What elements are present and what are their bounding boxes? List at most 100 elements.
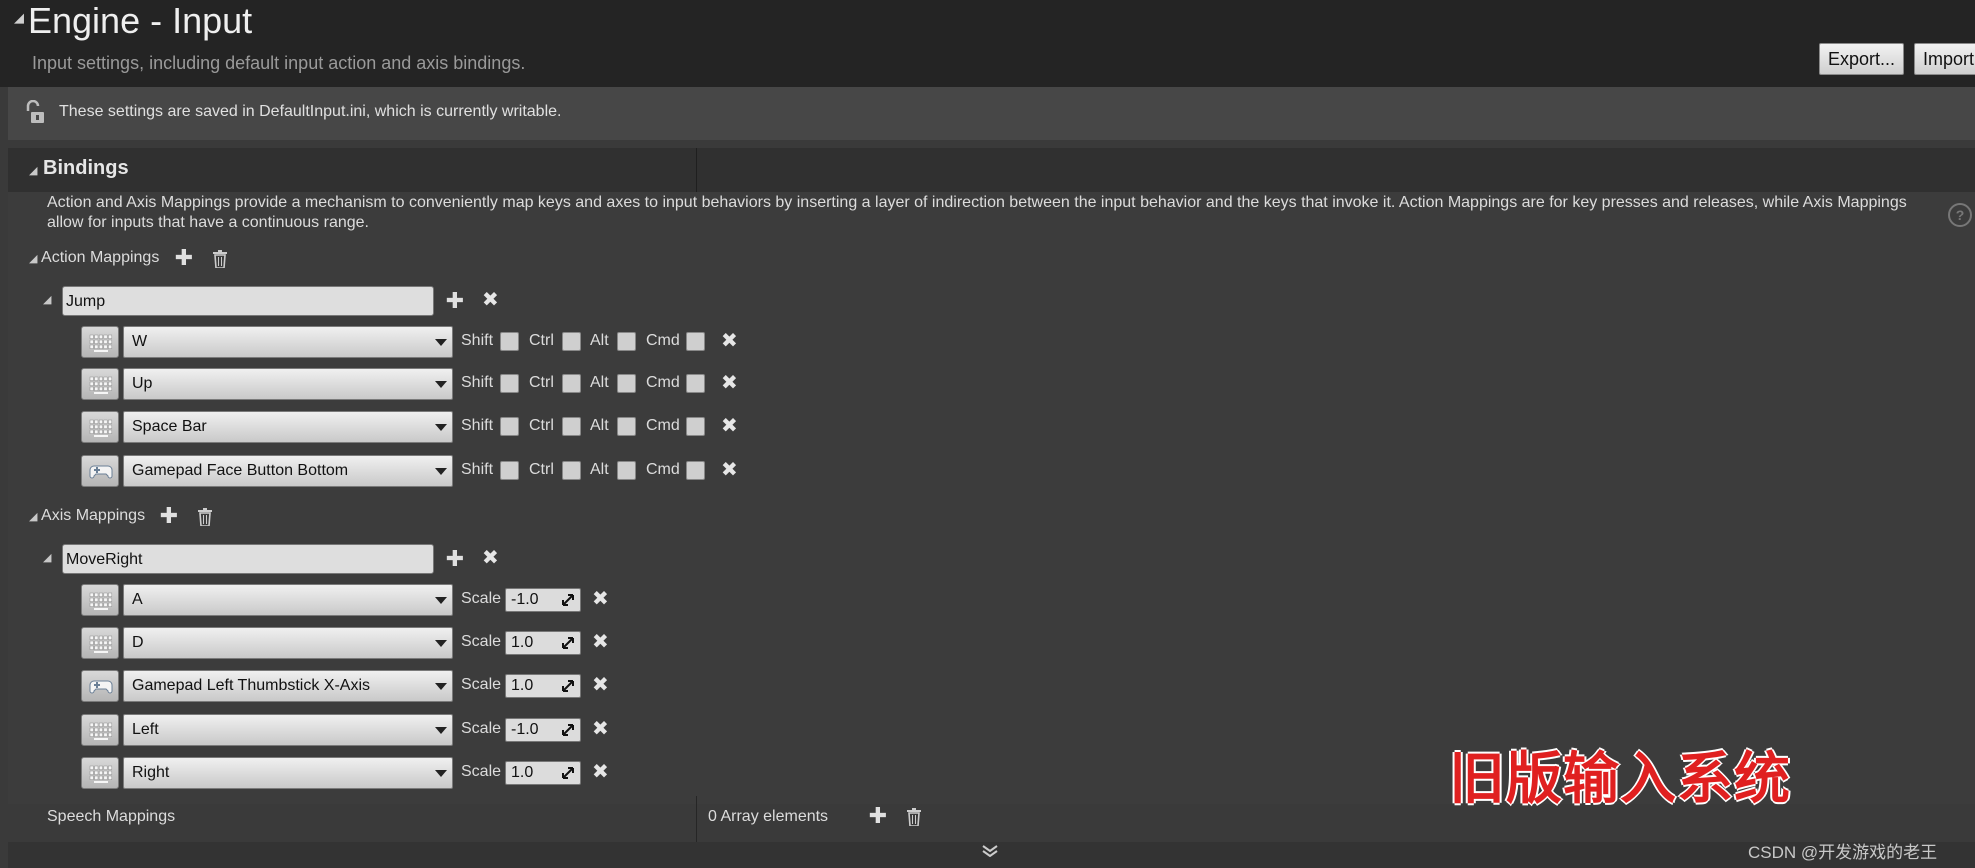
remove-key-icon[interactable]: ✖ [592,632,609,652]
dropdown-arrow-icon [435,468,447,475]
key-capture-button[interactable] [81,411,119,443]
alt-checkbox[interactable] [617,417,636,436]
add-speech-mapping-icon[interactable]: ✚ [868,805,888,827]
key-selector-value: Up [132,375,153,392]
scale-input[interactable]: 1.0 [505,674,581,698]
scale-input[interactable]: 1.0 [505,631,581,655]
cmd-checkbox[interactable] [686,417,705,436]
add-action-mapping-icon[interactable]: ✚ [174,247,194,269]
add-key-icon[interactable]: ✚ [445,290,465,312]
key-selector-dropdown[interactable]: Gamepad Left Thumbstick X-Axis [123,670,453,702]
alt-checkbox[interactable] [617,374,636,393]
key-selector-dropdown[interactable]: Gamepad Face Button Bottom [123,455,453,487]
axis-mappings-header: ◢ Axis Mappings [29,507,145,525]
modifier-label-shift: Shift [461,332,494,349]
remove-key-icon[interactable]: ✖ [721,373,738,393]
key-capture-button[interactable] [81,670,119,702]
scale-value: -1.0 [511,721,539,738]
bindings-content [8,192,1975,804]
info-text: These settings are saved in DefaultInput… [59,103,562,120]
action-mappings-header: ◢ Action Mappings [29,249,159,267]
remove-mapping-icon[interactable]: ✖ [482,548,499,568]
bindings-category[interactable]: ◢ Bindings [29,157,129,180]
key-selector-value: A [132,591,143,608]
remove-key-icon[interactable]: ✖ [592,675,609,695]
expand-chevron-icon[interactable] [982,845,998,857]
remove-key-icon[interactable]: ✖ [721,416,738,436]
collapse-triangle-icon[interactable]: ◢ [14,10,24,25]
trash-icon[interactable] [212,250,228,268]
key-capture-button[interactable] [81,714,119,746]
spin-arrow-icon[interactable] [561,593,575,607]
bindings-category-row[interactable] [8,148,1975,192]
export-button[interactable]: Export... [1819,43,1905,75]
axis-name-input[interactable]: MoveRight [62,544,434,574]
shift-checkbox[interactable] [500,332,519,351]
key-capture-button[interactable] [81,757,119,789]
add-key-icon[interactable]: ✚ [445,548,465,570]
dropdown-arrow-icon [435,683,447,690]
key-selector-dropdown[interactable]: Right [123,757,453,789]
collapse-triangle-icon[interactable]: ◢ [29,511,37,523]
scale-input[interactable]: -1.0 [505,718,581,742]
cmd-checkbox[interactable] [686,332,705,351]
scale-label: Scale [461,763,502,780]
scale-input[interactable]: 1.0 [505,761,581,785]
remove-key-icon[interactable]: ✖ [592,762,609,782]
keyboard-icon [89,635,113,653]
key-capture-button[interactable] [81,368,119,400]
import-button[interactable]: Import [1914,43,1975,75]
remove-mapping-icon[interactable]: ✖ [482,290,499,310]
add-axis-mapping-icon[interactable]: ✚ [159,505,179,527]
ctrl-checkbox[interactable] [562,374,581,393]
key-capture-button[interactable] [81,455,119,487]
cmd-checkbox[interactable] [686,461,705,480]
remove-key-icon[interactable]: ✖ [721,331,738,351]
key-selector-dropdown[interactable]: W [123,326,453,358]
bindings-description: Action and Axis Mappings provide a mecha… [47,194,1907,231]
trash-icon[interactable] [906,808,922,826]
trash-icon[interactable] [197,508,213,526]
spin-arrow-icon[interactable] [561,766,575,780]
key-selector-dropdown[interactable]: D [123,627,453,659]
spin-arrow-icon[interactable] [561,679,575,693]
key-selector-value: W [132,333,148,350]
spin-arrow-icon[interactable] [561,723,575,737]
ctrl-checkbox[interactable] [562,417,581,436]
scale-input[interactable]: -1.0 [505,588,581,612]
key-selector-dropdown[interactable]: Left [123,714,453,746]
cmd-checkbox[interactable] [686,374,705,393]
remove-key-icon[interactable]: ✖ [592,719,609,739]
remove-key-icon[interactable]: ✖ [721,460,738,480]
remove-key-icon[interactable]: ✖ [592,589,609,609]
modifier-label-shift: Shift [461,461,494,478]
alt-checkbox[interactable] [617,332,636,351]
key-selector-dropdown[interactable]: Up [123,368,453,400]
key-capture-button[interactable] [81,584,119,616]
key-capture-button[interactable] [81,627,119,659]
shift-checkbox[interactable] [500,461,519,480]
column-divider[interactable] [696,148,697,192]
alt-checkbox[interactable] [617,461,636,480]
collapse-triangle-icon[interactable]: ◢ [43,551,51,564]
collapse-triangle-icon[interactable]: ◢ [29,253,37,265]
overlay-caption: 旧版输入系统 [1449,747,1791,810]
help-icon[interactable]: ? [1948,203,1972,227]
collapse-triangle-icon[interactable]: ◢ [29,165,37,177]
collapse-triangle-icon[interactable]: ◢ [43,293,51,306]
key-selector-dropdown[interactable]: A [123,584,453,616]
key-capture-button[interactable] [81,326,119,358]
key-selector-dropdown[interactable]: Space Bar [123,411,453,443]
ctrl-checkbox[interactable] [562,461,581,480]
modifier-label-cmd: Cmd [646,332,680,349]
ctrl-checkbox[interactable] [562,332,581,351]
key-selector-value: Right [132,764,170,781]
spin-arrow-icon[interactable] [561,636,575,650]
dropdown-arrow-icon [435,424,447,431]
modifier-label-shift: Shift [461,417,494,434]
shift-checkbox[interactable] [500,417,519,436]
action-name-input[interactable]: Jump [62,286,434,316]
dropdown-arrow-icon [435,727,447,734]
shift-checkbox[interactable] [500,374,519,393]
key-selector-value: Gamepad Face Button Bottom [132,462,349,479]
